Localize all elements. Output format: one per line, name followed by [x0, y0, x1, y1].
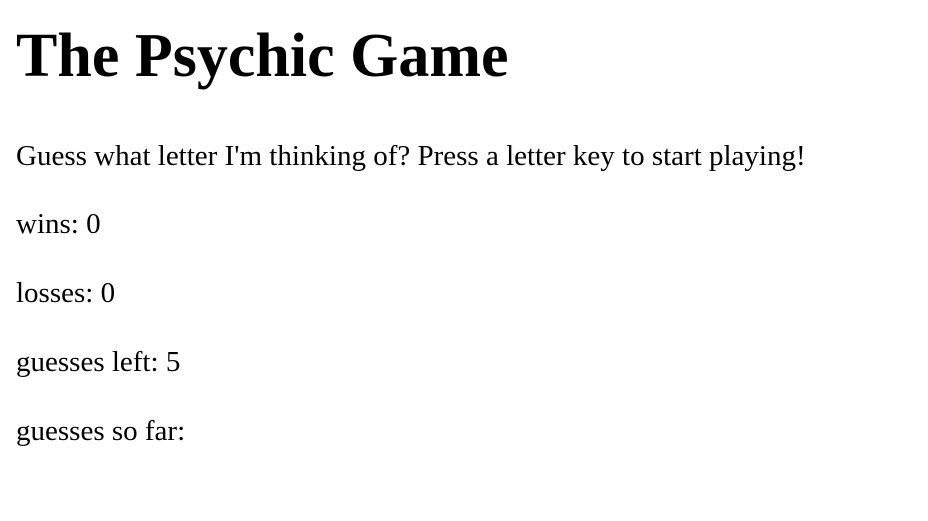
game-page: The Psychic Game Guess what letter I'm t…: [0, 0, 928, 521]
guesses-left-counter: guesses left: 5: [16, 345, 180, 379]
guesses-left-value: 5: [165, 346, 181, 378]
wins-counter: wins: 0: [16, 207, 101, 241]
guesses-left-label: guesses left:: [16, 346, 166, 378]
guesses-so-far-label: guesses so far:: [16, 415, 186, 447]
instructions-text: Guess what letter I'm thinking of? Press…: [16, 140, 806, 172]
losses-label: losses:: [16, 277, 101, 309]
wins-label: wins:: [16, 208, 87, 240]
wins-value: 0: [86, 208, 101, 240]
losses-value: 0: [100, 277, 116, 309]
page-title: The Psychic Game: [16, 22, 509, 90]
guesses-so-far: guesses so far:: [16, 414, 185, 448]
losses-counter: losses: 0: [16, 276, 115, 310]
